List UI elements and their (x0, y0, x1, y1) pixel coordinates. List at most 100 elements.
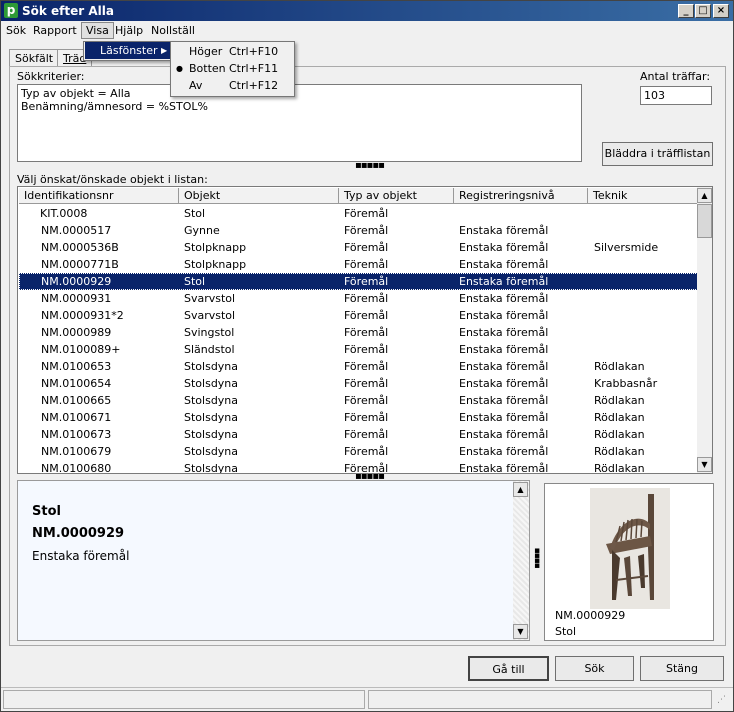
visa-dropdown: Läsfönster ▶ (83, 41, 173, 61)
menu-hjalp[interactable]: Hjälp (111, 23, 147, 38)
table-cell: Rödlakan (594, 360, 645, 373)
menu-rapport[interactable]: Rapport (29, 23, 81, 38)
table-cell: Enstaka föremål (459, 292, 549, 305)
splitter-grip-vertical[interactable]: ▪ ▪ ▪ ▪ (534, 547, 540, 571)
table-row[interactable]: NM.0000536B Stolpknapp Föremål Enstaka före… (19, 239, 698, 256)
menu-sok[interactable]: Sök (2, 23, 30, 38)
goto-button[interactable]: Gå till (468, 656, 549, 681)
table-cell: Föremål (344, 360, 389, 373)
table-row[interactable]: NM.0100089+ Sländstol Föremål Enstaka förem… (19, 341, 698, 358)
table-cell: NM.0000931*2 (41, 309, 124, 322)
title-bar[interactable]: p Sök efter Alla _ □ × (1, 1, 733, 21)
app-icon: p (4, 3, 18, 18)
scroll-down-icon[interactable]: ▼ (697, 457, 712, 472)
table-cell: Föremål (344, 258, 389, 271)
table-row[interactable]: NM.0100654 Stolsdyna Föremål Enstaka föremå… (19, 375, 698, 392)
table-row[interactable]: NM.0100679 Stolsdyna Föremål Enstaka föremå… (19, 443, 698, 460)
criteria-textbox[interactable]: Typ av objekt = Alla Benämning/ämnesord … (17, 84, 582, 162)
column-header-teknik[interactable]: Teknik (588, 188, 698, 204)
table-row[interactable]: NM.0100653 Stolsdyna Föremål Enstaka föremå… (19, 358, 698, 375)
maximize-icon[interactable]: □ (695, 4, 711, 18)
submenu-arrow-icon: ▶ (161, 46, 168, 55)
column-header-registreringsniva[interactable]: Registreringsnivå (454, 188, 588, 204)
table-cell: Stol (184, 275, 206, 288)
menu-item-lasfonster[interactable]: Läsfönster ▶ (85, 42, 171, 59)
table-cell: Enstaka föremål (459, 411, 549, 424)
search-button[interactable]: Sök (555, 656, 634, 681)
menu-nollstall[interactable]: Nollställ (147, 23, 199, 38)
object-image-panel: NM.0000929 Stol (544, 483, 714, 641)
resize-grip-icon[interactable]: ⋰ (717, 696, 726, 705)
lasfonster-submenu: Höger Ctrl+F10 ● Botten Ctrl+F11 Av Ctrl+F12 (170, 41, 295, 97)
reading-pane-scrollbar[interactable]: ▲ ▼ (513, 481, 529, 640)
table-cell: Stol (184, 207, 206, 220)
image-caption-name: Stol (555, 625, 577, 638)
table-cell: Stolsdyna (184, 394, 239, 407)
table-row[interactable]: NM.0000931 Svarvstol Föremål Enstaka föremå… (19, 290, 698, 307)
scroll-up-icon[interactable]: ▲ (513, 482, 528, 497)
close-icon[interactable]: × (713, 4, 729, 18)
table-cell: Gynne (184, 224, 220, 237)
table-cell: NM.0100654 (41, 377, 112, 390)
table-cell: Rödlakan (594, 428, 645, 441)
submenu-item-shortcut: Ctrl+F12 (229, 79, 279, 92)
table-cell: Stolsdyna (184, 411, 239, 424)
minimize-icon[interactable]: _ (678, 4, 694, 18)
column-header-identifikationsnr[interactable]: Identifikationsnr (19, 188, 179, 204)
submenu-item[interactable]: ● Botten Ctrl+F11 (171, 60, 292, 77)
table-cell: Föremål (344, 428, 389, 441)
splitter-grip-top[interactable]: ▪▪▪▪▪ (355, 161, 385, 171)
table-row[interactable]: NM.0100671 Stolsdyna Föremål Enstaka föremå… (19, 409, 698, 426)
table-cell: NM.0100671 (41, 411, 112, 424)
scroll-up-icon[interactable]: ▲ (697, 188, 712, 203)
table-cell: Rödlakan (594, 411, 645, 424)
detail-level: Enstaka föremål (32, 549, 130, 563)
grid-scrollbar[interactable]: ▲ ▼ (697, 187, 712, 473)
table-cell: NM.0000517 (41, 224, 112, 237)
tab-sokfalt[interactable]: Sökfält (9, 49, 60, 67)
table-cell: Enstaka föremål (459, 224, 549, 237)
table-row[interactable]: NM.0000929 Stol Föremål Enstaka föremål (19, 273, 698, 290)
submenu-item-shortcut: Ctrl+F11 (229, 62, 279, 75)
submenu-item[interactable]: Höger Ctrl+F10 (171, 43, 292, 60)
column-header-objekt[interactable]: Objekt (179, 188, 339, 204)
table-cell: NM.0000989 (41, 326, 112, 339)
menu-visa[interactable]: Visa (81, 22, 114, 39)
table-row[interactable]: NM.0100665 Stolsdyna Föremål Enstaka föremå… (19, 392, 698, 409)
table-cell: NM.0100679 (41, 445, 112, 458)
table-cell: Stolpknapp (184, 258, 247, 271)
table-row[interactable]: NM.0000517 Gynne Föremål Enstaka föremål (19, 222, 698, 239)
table-row[interactable]: NM.0100673 Stolsdyna Föremål Enstaka föremå… (19, 426, 698, 443)
hits-count-field[interactable]: 103 (640, 86, 712, 105)
table-cell: Enstaka föremål (459, 394, 549, 407)
table-row[interactable]: KIT.0008 Stol Föremål (19, 205, 698, 222)
criteria-line: Benämning/ämnesord = %STOL% (21, 100, 208, 113)
table-cell: Sländstol (184, 343, 235, 356)
close-button[interactable]: Stäng (640, 656, 724, 681)
table-cell: Enstaka föremål (459, 309, 549, 322)
criteria-line: Typ av objekt = Alla (21, 87, 131, 100)
table-cell: Rödlakan (594, 394, 645, 407)
scroll-thumb[interactable] (697, 204, 712, 238)
search-window: p Sök efter Alla _ □ × Sök Rapport Visa … (0, 0, 734, 712)
table-cell: NM.0100665 (41, 394, 112, 407)
chair-photo[interactable] (590, 488, 670, 609)
scroll-down-icon[interactable]: ▼ (513, 624, 528, 639)
submenu-item-shortcut: Ctrl+F10 (229, 45, 279, 58)
table-cell: NM.0100673 (41, 428, 112, 441)
menu-bar: Sök Rapport Visa Hjälp Nollställ (1, 21, 733, 40)
submenu-item[interactable]: Av Ctrl+F12 (171, 77, 292, 94)
table-cell: Enstaka föremål (459, 360, 549, 373)
table-row[interactable]: NM.0000771B Stolpknapp Föremål Enstaka före… (19, 256, 698, 273)
table-cell: NM.0100089+ (41, 343, 121, 356)
detail-id: NM.0000929 (32, 526, 125, 541)
column-header-typ[interactable]: Typ av objekt (339, 188, 454, 204)
table-cell: Föremål (344, 292, 389, 305)
browse-hits-button[interactable]: Bläddra i träfflistan (602, 142, 713, 166)
table-cell: NM.0000929 (41, 275, 112, 288)
table-cell: Stolsdyna (184, 377, 239, 390)
table-cell: Svingstol (184, 326, 235, 339)
table-row[interactable]: NM.0000989 Svingstol Föremål Enstaka föremå… (19, 324, 698, 341)
table-row[interactable]: NM.0000931*2 Svarvstol Föremål Enstaka före… (19, 307, 698, 324)
table-cell: Stolpknapp (184, 241, 247, 254)
